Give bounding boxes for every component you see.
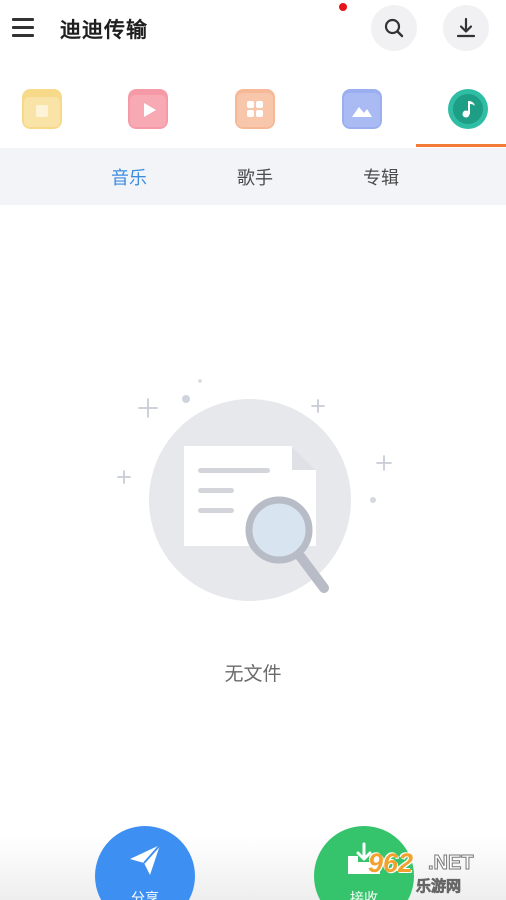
watermark-number: 962 — [368, 848, 414, 878]
download-button[interactable] — [443, 5, 489, 51]
music-note-icon — [448, 89, 488, 129]
no-file-search-illustration — [117, 379, 392, 601]
app-title: 迪迪传输 — [60, 18, 148, 42]
image-icon — [342, 89, 382, 129]
tab-videos[interactable] — [101, 80, 202, 146]
tab-images[interactable] — [303, 80, 404, 146]
notification-dot — [339, 3, 347, 11]
watermark-suffix: .NET — [428, 852, 475, 875]
site-watermark-logo: 962 .NET 乐游网 — [368, 848, 502, 898]
share-label: 分享 — [131, 891, 159, 900]
empty-state-text: 无文件 — [224, 663, 282, 685]
tab-files[interactable] — [0, 80, 101, 146]
search-icon — [384, 18, 404, 38]
app-grid-icon — [235, 89, 275, 129]
hamburger-menu-icon[interactable] — [12, 17, 36, 39]
category-tabs — [0, 80, 506, 147]
top-bar: 迪迪传输 — [0, 0, 506, 62]
sub-tabs: 音乐 歌手 专辑 — [0, 148, 506, 205]
active-tab-indicator — [416, 144, 506, 147]
tab-singers[interactable]: 歌手 — [237, 164, 273, 190]
search-button[interactable] — [371, 5, 417, 51]
download-icon — [456, 17, 476, 38]
tab-music[interactable] — [404, 80, 505, 146]
tab-music-songs[interactable]: 音乐 — [111, 164, 147, 190]
folder-icon — [22, 89, 62, 129]
tab-apps[interactable] — [202, 80, 303, 146]
tab-albums[interactable]: 专辑 — [363, 164, 399, 190]
video-play-icon — [128, 89, 168, 129]
send-plane-icon — [130, 844, 161, 875]
watermark-site: 乐游网 — [416, 877, 462, 896]
